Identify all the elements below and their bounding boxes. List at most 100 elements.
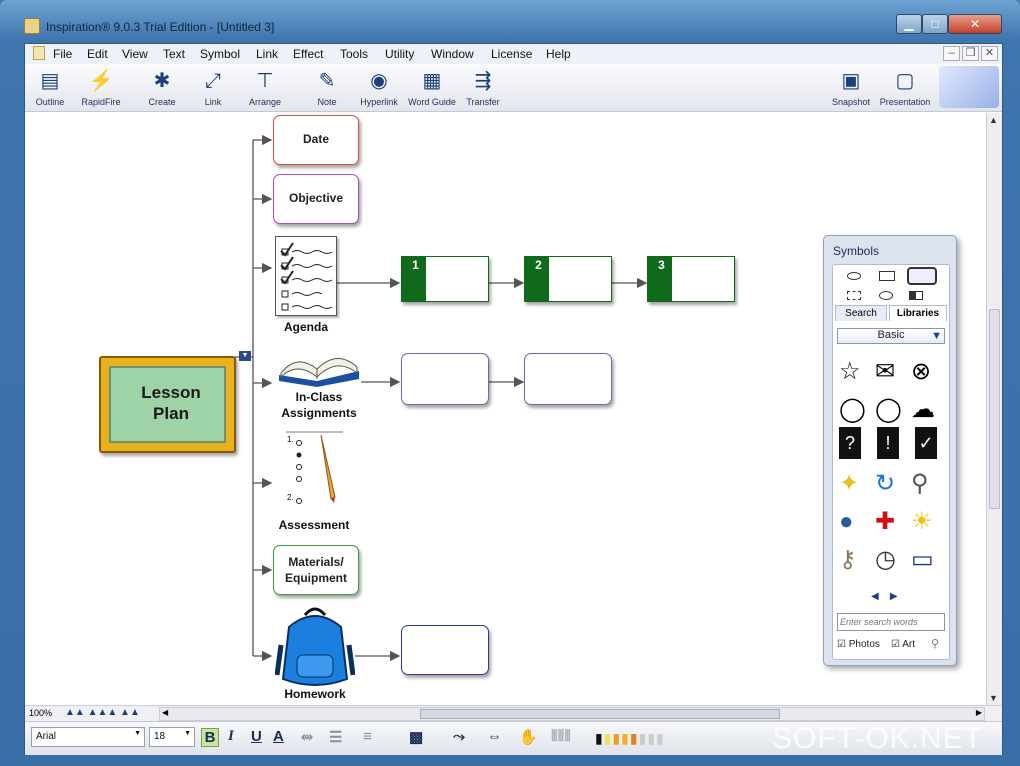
menu-view[interactable]: View <box>122 47 148 61</box>
maximize-button[interactable]: □ <box>922 14 948 34</box>
text-color-button[interactable]: A <box>273 728 284 745</box>
note-button[interactable]: ✎ Note <box>311 68 343 107</box>
materials-node[interactable]: Materials/ Equipment <box>273 545 359 595</box>
text-box-shape-icon[interactable] <box>847 291 861 300</box>
scroll-thumb[interactable] <box>989 309 1000 509</box>
menu-tools[interactable]: Tools <box>340 47 368 61</box>
in-class-node-2[interactable] <box>524 353 612 405</box>
step-2-node[interactable]: 2 <box>524 256 612 302</box>
oval-shape-icon[interactable] <box>847 272 861 280</box>
library-dropdown[interactable]: Basic ▼ <box>837 328 945 344</box>
outline-button[interactable]: ▤ Outline <box>31 68 69 107</box>
book-symbol[interactable] <box>277 347 361 387</box>
ellipse-shape-icon[interactable] <box>879 291 893 300</box>
collapse-toggle[interactable]: ▼ <box>239 351 251 361</box>
link-button[interactable]: ⤢ Link <box>195 68 231 107</box>
menu-help[interactable]: Help <box>546 47 571 61</box>
step-1-node[interactable]: 1 <box>401 256 489 302</box>
zoom-presets-icon[interactable]: ▲▲ ▲▲▲ ▲▲ <box>65 707 140 718</box>
thought-bubble-icon[interactable]: ☁ <box>911 391 935 429</box>
earth-icon[interactable]: ● <box>839 503 854 541</box>
callout-bubble-icon[interactable]: ◯ <box>875 391 902 429</box>
speech-bubble-icon[interactable]: ◯ <box>839 391 866 429</box>
diagram-canvas[interactable]: Lesson Plan ▼ Date Objective Agenda 1 2 <box>25 113 986 705</box>
clock-icon[interactable]: ◷ <box>875 541 896 579</box>
menu-effect[interactable]: Effect <box>293 47 323 61</box>
font-select[interactable]: Arial ▼ <box>31 727 145 747</box>
zoom-level[interactable]: 100% <box>29 708 52 718</box>
shadow-shape-icon[interactable] <box>909 291 923 300</box>
create-button[interactable]: ✱ Create <box>141 68 183 107</box>
arrange-button[interactable]: ⊤ Arrange <box>243 68 287 107</box>
tab-search[interactable]: Search <box>835 305 887 321</box>
envelope-icon[interactable]: ✉ <box>875 353 895 391</box>
next-page-icon[interactable]: ▶ <box>890 591 898 602</box>
hyperlink-button[interactable]: ◉ Hyperlink <box>357 68 401 107</box>
transfer-button[interactable]: ⇶ Transfer <box>463 68 503 107</box>
menu-symbol[interactable]: Symbol <box>200 47 240 61</box>
previous-page-icon[interactable]: ◀ <box>871 591 879 602</box>
minimize-button[interactable]: ▁ <box>896 14 922 34</box>
h-scroll-thumb[interactable] <box>420 709 780 719</box>
italic-button[interactable]: I <box>228 728 234 745</box>
mdi-restore-button[interactable]: ❐ <box>962 46 979 61</box>
star-icon[interactable]: ☆ <box>839 353 861 391</box>
underline-button[interactable]: U <box>251 728 262 745</box>
sun-icon[interactable]: ☀ <box>911 503 933 541</box>
scroll-down-icon[interactable]: ▼ <box>989 693 998 703</box>
link-style-icon[interactable]: ⤳ <box>453 728 465 745</box>
menu-text[interactable]: Text <box>163 47 185 61</box>
presentation-button[interactable]: ▢ Presentation <box>877 68 933 107</box>
horizontal-scrollbar[interactable]: ◀ ▶ <box>159 707 985 721</box>
mdi-close-button[interactable]: ✕ <box>981 46 998 61</box>
step-3-node[interactable]: 3 <box>647 256 735 302</box>
lightbulb-icon[interactable]: ✦ <box>839 465 859 503</box>
resize-icon[interactable]: ⇔ <box>487 728 502 745</box>
font-size-select[interactable]: 18 ▼ <box>149 727 195 747</box>
spacing-icon[interactable]: ≡ <box>363 728 372 745</box>
key-icon[interactable]: ⚷ <box>839 541 857 579</box>
reject-oval-icon[interactable]: ⊗ <box>911 353 931 391</box>
menu-link[interactable]: Link <box>256 47 278 61</box>
menu-file[interactable]: File <box>53 47 72 61</box>
rapidfire-button[interactable]: ⚡ RapidFire <box>77 68 125 107</box>
scroll-right-icon[interactable]: ▶ <box>976 708 982 717</box>
menu-edit[interactable]: Edit <box>87 47 108 61</box>
in-class-node-1[interactable] <box>401 353 489 405</box>
color-swatches[interactable]: ▮▮▮▮▮▮▮▮ <box>595 730 665 746</box>
line-style-icon[interactable]: ⥈ <box>301 728 313 745</box>
exclamation-card-icon[interactable]: ! <box>877 427 899 459</box>
question-card-icon[interactable]: ? <box>839 427 861 459</box>
align-icon[interactable]: ☰ <box>329 728 342 746</box>
scroll-left-icon[interactable]: ◀ <box>162 708 168 717</box>
tab-libraries[interactable]: Libraries <box>889 305 947 321</box>
puzzle-icon[interactable]: ✚ <box>875 503 895 541</box>
rounded-rect-shape-icon[interactable] <box>907 267 937 285</box>
laptop-icon[interactable]: ▭ <box>911 541 934 579</box>
agenda-symbol[interactable] <box>275 236 337 316</box>
homework-symbol[interactable] <box>274 605 356 689</box>
snapshot-button[interactable]: ▣ Snapshot <box>829 68 873 107</box>
assessment-symbol[interactable]: 1. 2. <box>285 431 347 515</box>
search-icon[interactable]: ⚲ <box>931 637 939 650</box>
fill-icon[interactable]: ▩ <box>409 728 423 746</box>
date-node[interactable]: Date <box>273 115 359 165</box>
magnifier-icon[interactable]: ⚲ <box>911 465 929 503</box>
check-card-icon[interactable]: ✓ <box>915 427 937 459</box>
scroll-up-icon[interactable]: ▲ <box>989 115 998 125</box>
document-icon[interactable] <box>33 46 45 60</box>
bold-button[interactable]: B <box>201 728 219 747</box>
recycle-icon[interactable]: ↻ <box>875 465 895 503</box>
menu-license[interactable]: License <box>491 47 532 61</box>
line-thickness-icon[interactable]: ⦀⦀⦀ <box>551 728 571 745</box>
homework-node[interactable] <box>401 625 489 675</box>
word-guide-button[interactable]: ▦ Word Guide <box>405 68 459 107</box>
rectangle-shape-icon[interactable] <box>879 271 895 281</box>
mdi-minimize-button[interactable]: – <box>943 46 960 61</box>
menu-window[interactable]: Window <box>431 47 474 61</box>
art-checkbox[interactable]: ☑ Art <box>891 639 915 650</box>
symbol-search-input[interactable] <box>837 613 945 631</box>
app-icon[interactable] <box>24 18 40 34</box>
hand-icon[interactable]: ✋ <box>519 728 538 746</box>
objective-node[interactable]: Objective <box>273 174 359 224</box>
